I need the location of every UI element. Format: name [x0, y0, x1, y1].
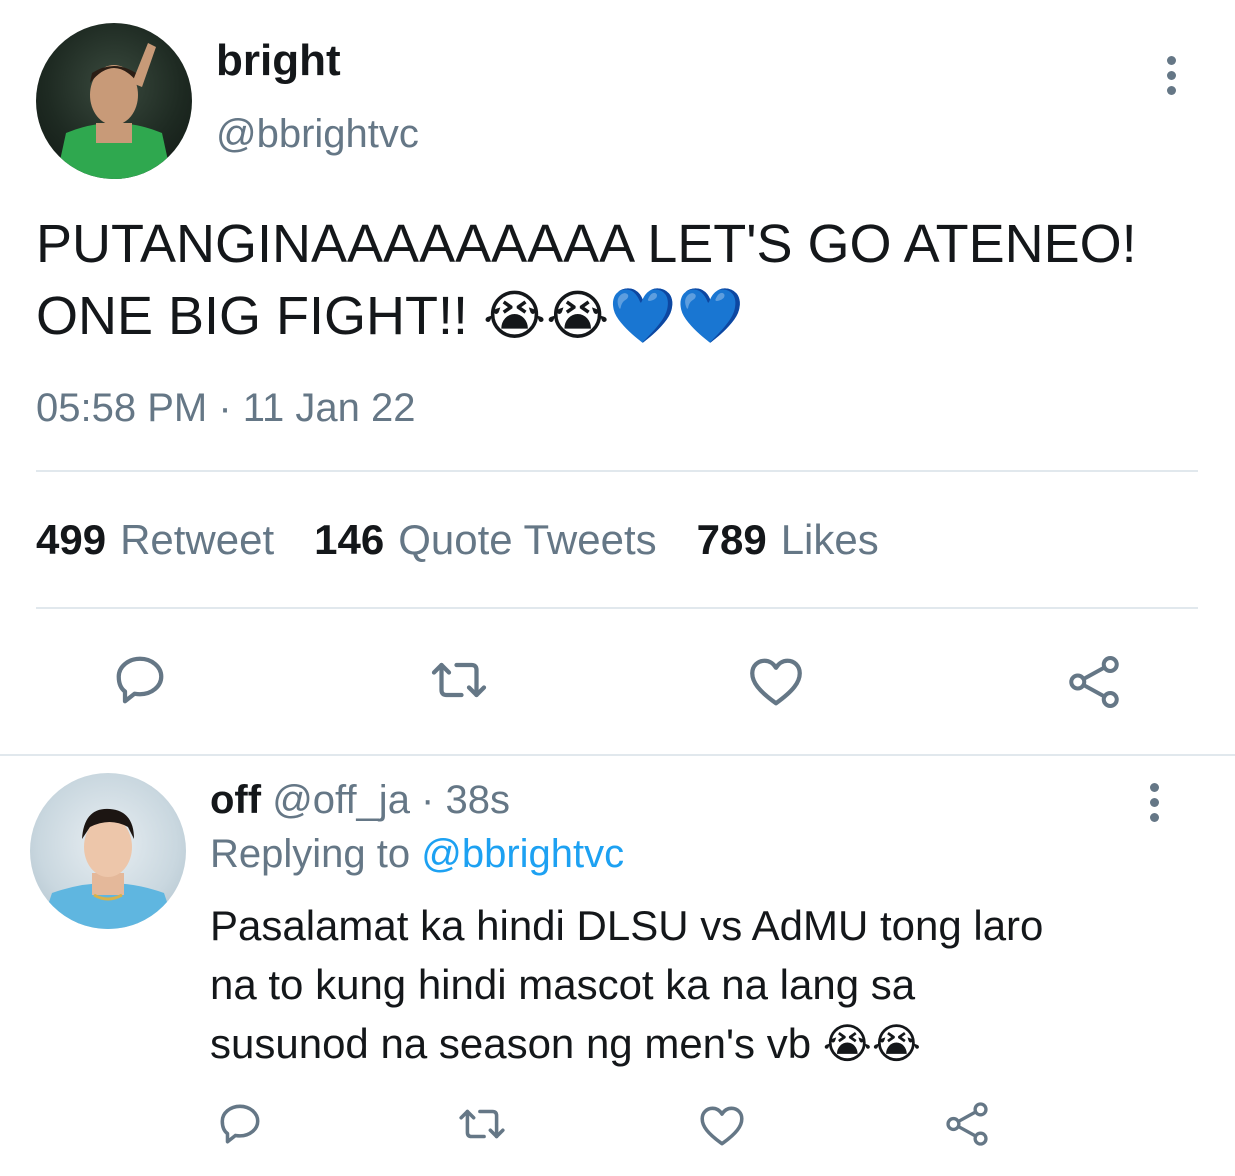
replying-to-label: Replying to — [210, 832, 411, 876]
retweet-icon — [459, 1109, 505, 1139]
like-count[interactable]: 789 Likes — [697, 516, 879, 564]
reply-reply-button[interactable] — [212, 1096, 268, 1152]
tweet-stats: 499 Retweet 146 Quote Tweets 789 Likes — [36, 516, 879, 564]
tweet-detail-screen: bright @bbrightvc PUTANGINAAAAAAAAA LET'… — [0, 0, 1235, 1176]
reply-share-button[interactable] — [938, 1096, 996, 1152]
retweet-count[interactable]: 499 Retweet — [36, 516, 274, 564]
share-button[interactable] — [1060, 650, 1128, 714]
reply-button[interactable] — [108, 648, 172, 712]
reply-icon — [116, 656, 164, 704]
quote-count[interactable]: 146 Quote Tweets — [314, 516, 656, 564]
reply-author-avatar[interactable] — [30, 773, 186, 929]
avatar-photo-icon — [40, 808, 176, 929]
reply-header: off @off_ja · 38s — [210, 778, 510, 823]
reply-text: Pasalamat ka hindi DLSU vs AdMU tong lar… — [210, 902, 1044, 1067]
author-handle[interactable]: @bbrightvc — [216, 112, 419, 157]
quote-count-label: Quote Tweets — [398, 516, 657, 563]
like-button[interactable] — [744, 650, 808, 714]
quote-count-value: 146 — [314, 516, 385, 563]
reply-retweet-button[interactable] — [452, 1096, 512, 1152]
author-avatar[interactable] — [36, 23, 192, 179]
like-count-label: Likes — [780, 516, 879, 563]
more-options-icon[interactable] — [1161, 56, 1181, 95]
share-icon — [946, 1102, 988, 1146]
retweet-count-label: Retweet — [120, 516, 275, 563]
more-options-icon[interactable] — [1144, 783, 1164, 822]
section-divider — [0, 754, 1235, 756]
reply-author-name[interactable]: off — [210, 778, 261, 822]
retweet-button[interactable] — [424, 648, 494, 712]
replying-to-handle[interactable]: @bbrightvc — [421, 832, 624, 876]
tweet-text: PUTANGINAAAAAAAAA LET'S GO ATENEO! ONE B… — [36, 214, 1137, 346]
divider — [36, 470, 1198, 472]
heart-icon — [750, 658, 802, 706]
replying-to: Replying to @bbrightvc — [210, 832, 624, 877]
retweet-icon — [431, 662, 487, 698]
heart-icon — [700, 1106, 744, 1146]
share-icon — [1069, 656, 1119, 708]
retweet-count-value: 499 — [36, 516, 107, 563]
reply-author-meta: @off_ja · 38s — [272, 778, 510, 822]
tweet-timestamp[interactable]: 05:58 PM · 11 Jan 22 — [36, 386, 416, 431]
reply-icon — [220, 1104, 260, 1144]
reply-like-button[interactable] — [694, 1098, 750, 1154]
author-name[interactable]: bright — [216, 36, 341, 86]
divider — [36, 607, 1198, 609]
avatar-photo-icon — [56, 43, 172, 179]
like-count-value: 789 — [696, 516, 767, 563]
